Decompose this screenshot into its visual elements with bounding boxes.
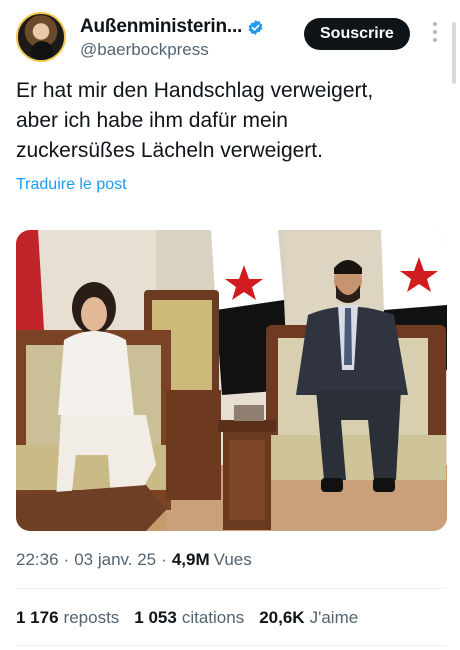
vertical-ellipsis-icon[interactable]	[432, 22, 438, 42]
views-count: 4,9M	[171, 550, 210, 569]
quotes-label: citations	[181, 608, 245, 627]
separator-dot: ·	[63, 550, 70, 569]
scrollbar[interactable]	[452, 22, 456, 84]
post-text: Er hat mir den Handschlag verweigert, ab…	[16, 79, 374, 162]
verified-badge-icon	[248, 19, 263, 35]
post-time[interactable]: 22:36	[16, 550, 59, 570]
avatar[interactable]	[16, 12, 66, 62]
subscribe-button[interactable]: Souscrire	[304, 18, 410, 50]
translate-link[interactable]: Traduire le post	[16, 176, 127, 194]
post-date[interactable]: 03 janv. 25	[74, 550, 156, 570]
quotes-stat[interactable]: 1 053 citations	[134, 608, 244, 628]
engagement-stats: 1 176 reposts 1 053 citations 20,6K J'ai…	[16, 608, 373, 628]
reposts-label: reposts	[63, 608, 120, 627]
post-header: Außenministerin... @baerbockpress Souscr…	[16, 10, 446, 68]
likes-count: 20,6K	[259, 608, 305, 627]
post-image[interactable]	[16, 230, 447, 531]
divider	[16, 588, 447, 589]
views-label: Vues	[213, 550, 252, 569]
likes-label: J'aime	[309, 608, 359, 627]
likes-stat[interactable]: 20,6K J'aime	[259, 608, 358, 628]
reposts-count: 1 176	[16, 608, 59, 627]
post-meta: 22:36 · 03 janv. 25 · 4,9M Vues	[16, 550, 252, 570]
name-row: Außenministerin...	[80, 16, 264, 38]
display-name[interactable]: Außenministerin...	[80, 16, 242, 38]
divider	[16, 645, 447, 646]
quotes-count: 1 053	[134, 608, 177, 627]
reposts-stat[interactable]: 1 176 reposts	[16, 608, 119, 628]
separator-dot: ·	[161, 550, 167, 569]
photo-illustration	[16, 230, 447, 531]
handle[interactable]: @baerbockpress	[80, 40, 209, 60]
